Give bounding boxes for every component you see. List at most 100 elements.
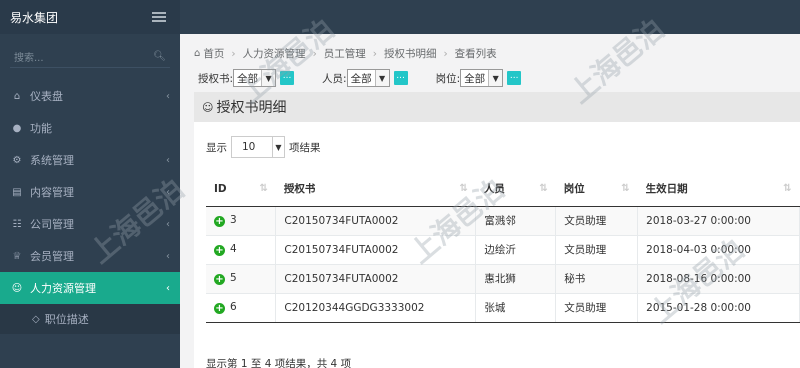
id-value: 6: [230, 301, 237, 313]
filter-post: 岗位: 全部 ▼ ...: [436, 69, 522, 87]
search-placeholder: 搜索...: [14, 53, 44, 64]
search-input[interactable]: 搜索... 🔍︎: [10, 46, 170, 68]
expand-row-icon[interactable]: +: [214, 216, 225, 227]
column-header-post[interactable]: 岗位 ⇅: [555, 172, 638, 207]
breadcrumb-employees[interactable]: 员工管理: [324, 46, 366, 61]
cell-date: 2018-03-27 0:00:00: [637, 206, 800, 236]
top-bar: [180, 0, 800, 34]
table-info: 显示第 1 至 4 项结果，共 4 项: [206, 358, 352, 368]
filter-value: 全部: [350, 72, 372, 85]
expand-row-icon[interactable]: +: [214, 245, 225, 256]
sort-icon: ⇅: [621, 183, 630, 194]
breadcrumb-home[interactable]: 首页: [203, 46, 224, 61]
cell-id: +4: [206, 235, 277, 265]
sidebar-item-members[interactable]: ♕ 会员管理 ‹: [0, 240, 180, 272]
sort-icon: ⇅: [459, 183, 468, 194]
sidebar-item-dashboard[interactable]: ⌂ 仪表盘 ‹: [0, 80, 180, 112]
cell-date: 2015-01-28 0:00:00: [637, 293, 800, 323]
menu-toggle-icon[interactable]: [152, 12, 166, 22]
cell-post: 秘书: [555, 264, 639, 294]
sidebar-item-label: 公司管理: [30, 218, 74, 231]
sidebar-item-label: 内容管理: [30, 186, 74, 199]
sidebar-item-hr[interactable]: ☺ 人力资源管理 ‹: [0, 272, 180, 304]
filter-label: 授权书:: [198, 72, 234, 85]
column-header-person[interactable]: 人员 ⇅: [475, 172, 556, 207]
cell-post: 文员助理: [555, 206, 639, 236]
page-length-control: 显示 10 ▼ 项结果: [206, 136, 321, 158]
chevron-left-icon: ‹: [166, 154, 170, 166]
sitemap-icon: ☷: [12, 218, 22, 230]
sidebar-item-content[interactable]: ▤ 内容管理 ‹: [0, 176, 180, 208]
breadcrumb-hr[interactable]: 人力资源管理: [243, 46, 306, 61]
cell-authorization: C20150734FUTA0002: [275, 206, 477, 236]
filter-person-lookup-button[interactable]: ...: [393, 71, 408, 85]
id-value: 5: [230, 272, 237, 284]
sidebar-item-company[interactable]: ☷ 公司管理 ‹: [0, 208, 180, 240]
table-row[interactable]: +5 C20150734FUTA0002 惠北狮 秘书 2018-08-16 0…: [206, 264, 800, 294]
id-value: 3: [230, 214, 237, 226]
cell-date: 2018-04-03 0:00:00: [637, 235, 800, 265]
id-value: 4: [230, 243, 237, 255]
cell-post: 文员助理: [555, 293, 639, 323]
filter-label: 人员:: [322, 72, 347, 85]
users-icon: ☺: [11, 282, 23, 294]
trophy-icon: ♕: [12, 250, 22, 262]
column-label: 授权书: [283, 183, 316, 196]
chevron-down-icon: ▼: [272, 137, 284, 157]
filter-value: 全部: [464, 72, 486, 85]
sidebar: 易水集团 搜索... 🔍︎ ⌂ 仪表盘 ‹ ● 功能 ⚙ 系统管理 ‹ ▤ 内容…: [0, 0, 180, 368]
filter-value: 全部: [237, 72, 259, 85]
chevron-down-icon: ▼: [261, 70, 276, 86]
chevron-left-icon: ‹: [166, 218, 170, 230]
authorization-panel: ☺ 授权书明细 显示 10 ▼ 项结果 ID ⇅ 授权书 ⇅ 人员 ⇅ 岗位 ⇅ 生效日…: [194, 92, 800, 368]
table-row[interactable]: +6 C20120344GGDG3333002 张城 文员助理 2015-01-…: [206, 293, 800, 323]
authorization-table: ID ⇅ 授权书 ⇅ 人员 ⇅ 岗位 ⇅ 生效日期 ⇅ +3 C20150734FUTA0…: [206, 172, 800, 323]
expand-row-icon[interactable]: +: [214, 303, 225, 314]
cell-authorization: C20120344GGDG3333002: [275, 293, 477, 323]
search-icon[interactable]: 🔍︎: [153, 51, 166, 62]
filter-post-lookup-button[interactable]: ...: [507, 71, 522, 85]
filter-authorization-select[interactable]: 全部 ▼: [233, 69, 277, 87]
column-label: ID: [214, 182, 227, 195]
column-label: 生效日期: [645, 183, 688, 196]
page-length-value: 10: [242, 141, 256, 153]
chevron-left-icon: ‹: [166, 186, 170, 198]
filter-authorization: 授权书: 全部 ▼ ...: [198, 69, 295, 87]
brand-bar: 易水集团: [0, 0, 180, 34]
chevron-left-icon: ‹: [166, 250, 170, 262]
column-header-authorization[interactable]: 授权书 ⇅: [275, 172, 476, 207]
cell-id: +3: [206, 206, 277, 236]
sidebar-item-label: 会员管理: [30, 250, 74, 263]
chevron-left-icon: ‹: [166, 282, 170, 294]
table-row[interactable]: +4 C20150734FUTA0002 边绘沂 文员助理 2018-04-03…: [206, 235, 800, 265]
chevron-down-icon: ▼: [374, 70, 389, 86]
breadcrumb-separator: ›: [443, 47, 448, 60]
cell-post: 文员助理: [555, 235, 639, 265]
expand-row-icon[interactable]: +: [214, 274, 225, 285]
page-length-select[interactable]: 10 ▼: [231, 136, 285, 158]
sidebar-item-system[interactable]: ⚙ 系统管理 ‹: [0, 144, 180, 176]
breadcrumb-authorization[interactable]: 授权书明细: [384, 46, 437, 61]
cell-id: +6: [206, 293, 277, 323]
sidebar-item-label: 仪表盘: [30, 90, 63, 103]
filter-authorization-lookup-button[interactable]: ...: [280, 71, 295, 85]
table-row[interactable]: +3 C20150734FUTA0002 富溅邻 文员助理 2018-03-27…: [206, 206, 800, 236]
filter-person-select[interactable]: 全部 ▼: [346, 69, 390, 87]
sidebar-item-functions[interactable]: ● 功能: [0, 112, 180, 144]
cell-authorization: C20150734FUTA0002: [275, 235, 477, 265]
cell-authorization: C20150734FUTA0002: [275, 264, 477, 294]
gears-icon: ⚙: [12, 154, 22, 166]
chevron-left-icon: ‹: [166, 90, 170, 102]
filter-post-select[interactable]: 全部 ▼: [460, 69, 504, 87]
column-header-date[interactable]: 生效日期 ⇅: [637, 172, 800, 207]
breadcrumb-separator: ›: [372, 47, 377, 60]
sidebar-subitem-job-description[interactable]: ◇ 职位描述: [0, 304, 180, 334]
column-header-id[interactable]: ID ⇅: [206, 172, 276, 207]
diamond-icon: ◇: [32, 313, 40, 325]
panel-header: ☺ 授权书明细: [194, 92, 800, 122]
table-header-row: ID ⇅ 授权书 ⇅ 人员 ⇅ 岗位 ⇅ 生效日期 ⇅: [206, 172, 800, 207]
cell-date: 2018-08-16 0:00:00: [637, 264, 800, 294]
length-prefix: 显示: [206, 141, 227, 154]
breadcrumb: ⌂ 首页 › 人力资源管理 › 员工管理 › 授权书明细 › 查看列表: [194, 46, 497, 61]
sidebar-subitem-label: 职位描述: [44, 313, 89, 326]
